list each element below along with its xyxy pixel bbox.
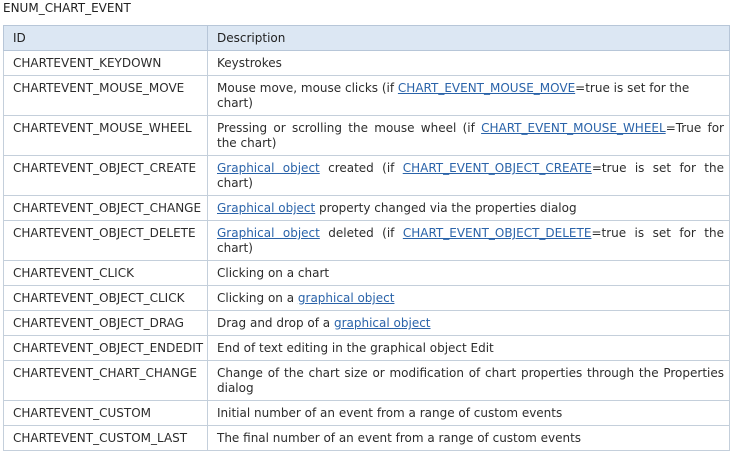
event-id-cell: CHARTEVENT_OBJECT_ENDEDIT: [3, 335, 208, 361]
event-description-cell: Change of the chart size or modification…: [207, 360, 730, 401]
event-description-cell: Graphical object property changed via th…: [207, 195, 730, 221]
table-row: CHARTEVENT_OBJECT_CREATE Graphical object…: [3, 155, 730, 196]
description-link[interactable]: CHART_EVENT_OBJECT_CREATE: [403, 161, 592, 175]
event-id-cell: CHARTEVENT_OBJECT_DELETE: [3, 220, 208, 261]
column-header-description: Description: [207, 25, 730, 51]
description-link[interactable]: Graphical object: [217, 201, 315, 215]
event-id-cell: CHARTEVENT_KEYDOWN: [3, 50, 208, 76]
event-description-cell: Graphical object deleted (if CHART_EVENT…: [207, 220, 730, 261]
event-id-cell: CHARTEVENT_OBJECT_CREATE: [3, 155, 208, 196]
description-text: Change of the chart size or modification…: [217, 366, 724, 395]
table-row: CHARTEVENT_CLICK Clicking on a chart: [3, 260, 730, 286]
table-row: CHARTEVENT_OBJECT_DELETE Graphical object…: [3, 220, 730, 261]
event-id-cell: CHARTEVENT_CUSTOM_LAST: [3, 425, 208, 451]
description-text: deleted (if: [319, 226, 403, 240]
description-link[interactable]: CHART_EVENT_MOUSE_WHEEL: [481, 121, 666, 135]
event-description-cell: Clicking on a graphical object: [207, 285, 730, 311]
event-description-cell: Initial number of an event from a range …: [207, 400, 730, 426]
description-link[interactable]: Graphical object: [217, 226, 320, 240]
event-description-cell: Drag and drop of a graphical object: [207, 310, 730, 336]
event-id-cell: CHARTEVENT_OBJECT_CHANGE: [3, 195, 208, 221]
table-row: CHARTEVENT_OBJECT_CHANGE Graphical object…: [3, 195, 730, 221]
description-link[interactable]: CHART_EVENT_MOUSE_MOVE: [398, 81, 575, 95]
table-row: CHARTEVENT_CUSTOM_LAST The final number o…: [3, 425, 730, 451]
table-row: CHARTEVENT_OBJECT_ENDEDIT End of text edi…: [3, 335, 730, 361]
event-description-cell: Mouse move, mouse clicks (if CHART_EVENT…: [207, 75, 730, 116]
event-id-cell: CHARTEVENT_MOUSE_MOVE: [3, 75, 208, 116]
event-id-cell: CHARTEVENT_CUSTOM: [3, 400, 208, 426]
table-row: CHARTEVENT_CUSTOM Initial number of an ev…: [3, 400, 730, 426]
description-link[interactable]: CHART_EVENT_OBJECT_DELETE: [403, 226, 592, 240]
description-text: Clicking on a chart: [217, 266, 330, 280]
page: ENUM_CHART_EVENT ID Description CHARTEVE…: [0, 0, 733, 461]
table-row: CHARTEVENT_MOUSE_WHEEL Pressing or scroll…: [3, 115, 730, 156]
description-link[interactable]: graphical object: [298, 291, 395, 305]
table-body: CHARTEVENT_KEYDOWN Keystrokes CHARTEVENT_M…: [3, 50, 730, 451]
event-description-cell: Pressing or scrolling the mouse wheel (i…: [207, 115, 730, 156]
description-text: Pressing or scrolling the mouse wheel (i…: [217, 121, 482, 135]
description-text: Drag and drop of a: [217, 316, 334, 330]
event-description-cell: End of text editing in the graphical obj…: [207, 335, 730, 361]
event-description-cell: Keystrokes: [207, 50, 730, 76]
description-text: Initial number of an event from a range …: [217, 406, 563, 420]
table-row: CHARTEVENT_MOUSE_MOVE Mouse move, mouse c…: [3, 75, 730, 116]
column-header-id: ID: [3, 25, 208, 51]
event-description-cell: Graphical object created (if CHART_EVENT…: [207, 155, 730, 196]
event-description-cell: The final number of an event from a rang…: [207, 425, 730, 451]
enum-title: ENUM_CHART_EVENT: [3, 1, 131, 15]
event-id-cell: CHARTEVENT_OBJECT_CLICK: [3, 285, 208, 311]
table-row: CHARTEVENT_KEYDOWN Keystrokes: [3, 50, 730, 76]
description-text: Clicking on a: [217, 291, 298, 305]
description-text: End of text editing in the graphical obj…: [217, 341, 494, 355]
event-id-cell: CHARTEVENT_CLICK: [3, 260, 208, 286]
description-link[interactable]: graphical object: [334, 316, 431, 330]
description-text: Keystrokes: [217, 56, 282, 70]
description-link[interactable]: Graphical object: [217, 161, 320, 175]
event-description-cell: Clicking on a chart: [207, 260, 730, 286]
event-id-cell: CHARTEVENT_OBJECT_DRAG: [3, 310, 208, 336]
enum-table: ID Description CHARTEVENT_KEYDOWN Keystro…: [3, 25, 730, 451]
description-text: created (if: [319, 161, 403, 175]
description-text: property changed via the properties dial…: [315, 201, 577, 215]
table-header-row: ID Description: [3, 25, 730, 51]
event-id-cell: CHARTEVENT_CHART_CHANGE: [3, 360, 208, 401]
table-row: CHARTEVENT_OBJECT_DRAG Drag and drop of a…: [3, 310, 730, 336]
description-text: Mouse move, mouse clicks (if: [217, 81, 398, 95]
table-row: CHARTEVENT_OBJECT_CLICK Clicking on a gra…: [3, 285, 730, 311]
table-row: CHARTEVENT_CHART_CHANGE Change of the cha…: [3, 360, 730, 401]
event-id-cell: CHARTEVENT_MOUSE_WHEEL: [3, 115, 208, 156]
description-text: The final number of an event from a rang…: [217, 431, 582, 445]
